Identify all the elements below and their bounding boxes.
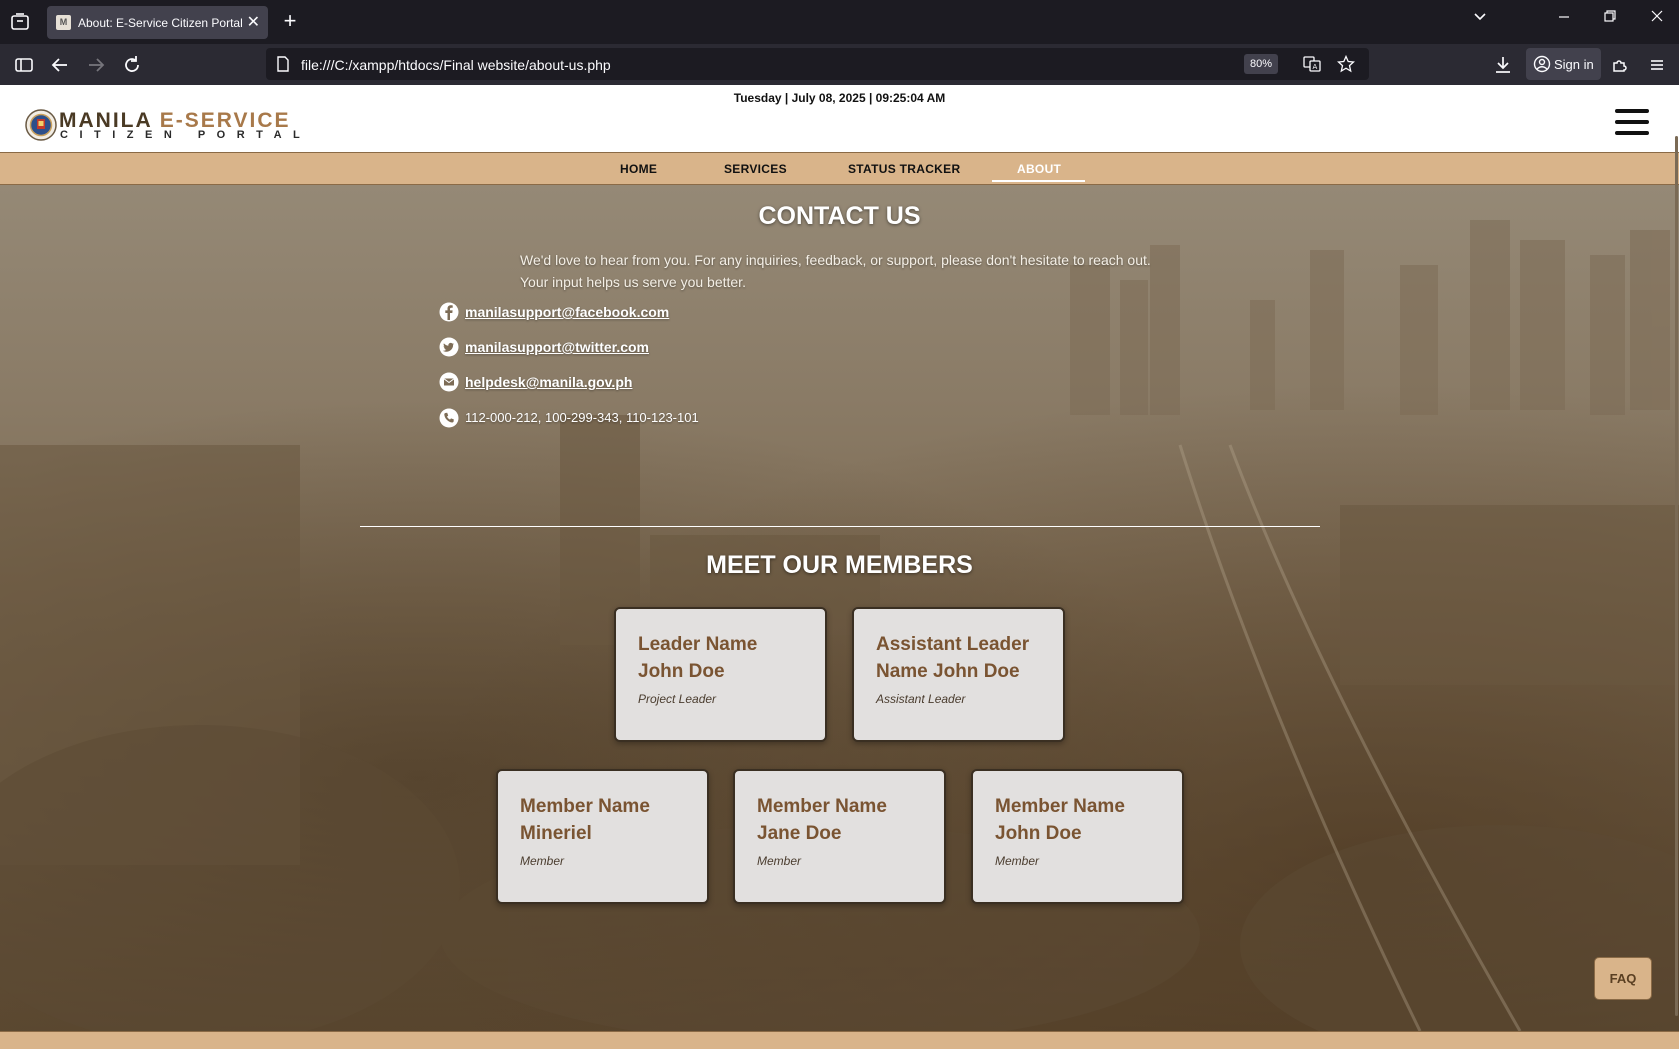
site-header: Tuesday | July 08, 2025 | 09:25:04 AM MA… <box>0 85 1679 152</box>
member-card[interactable]: Leader Name John Doe Project Leader <box>614 607 827 742</box>
browser-toolbar: file:///C:/xampp/htdocs/Final website/ab… <box>0 44 1679 85</box>
section-divider <box>360 526 1320 527</box>
nav-status-tracker[interactable]: STATUS TRACKER <box>848 162 960 176</box>
tab-close-icon[interactable]: ✕ <box>247 12 260 32</box>
nav-home[interactable]: HOME <box>620 162 657 176</box>
page-scrollbar[interactable] <box>1675 136 1678 1016</box>
tab-title: About: E-Service Citizen Portal <box>78 16 243 30</box>
zoom-level-button[interactable]: 80% <box>1243 54 1278 74</box>
new-tab-icon[interactable]: + <box>279 8 301 34</box>
site-logo[interactable]: MANILA E-SERVICE CITIZEN PORTAL <box>25 109 305 143</box>
contact-title: CONTACT US <box>758 202 921 230</box>
member-role: Assistant Leader <box>876 692 966 706</box>
current-datetime: Tuesday | July 08, 2025 | 09:25:04 AM <box>733 91 946 105</box>
page-viewport: Tuesday | July 08, 2025 | 09:25:04 AM MA… <box>0 85 1679 1049</box>
city-seal-icon <box>25 109 57 141</box>
twitter-icon <box>439 337 459 357</box>
member-name: Member Name John Doe <box>995 796 1125 844</box>
nav-active-indicator <box>992 180 1085 182</box>
member-name: Member Name Jane Doe <box>757 796 887 844</box>
member-role: Member <box>995 854 1040 868</box>
sidebar-toggle-icon[interactable] <box>12 53 36 77</box>
site-footer-strip <box>0 1031 1679 1049</box>
browser-tab-active[interactable]: M About: E-Service Citizen Portal ✕ <box>47 6 268 39</box>
url-text[interactable]: file:///C:/xampp/htdocs/Final website/ab… <box>301 57 611 73</box>
phone-icon <box>439 408 459 428</box>
logo-subtitle: CITIZEN PORTAL <box>60 129 312 141</box>
svg-text:A: A <box>1313 63 1318 71</box>
account-icon <box>1533 55 1551 76</box>
member-name: Assistant Leader Name John Doe <box>876 634 1030 682</box>
close-window-icon[interactable] <box>1649 8 1665 29</box>
forward-arrow-icon[interactable] <box>84 53 108 77</box>
members-title: MEET OUR MEMBERS <box>706 551 973 579</box>
nav-about[interactable]: ABOUT <box>1017 162 1061 176</box>
restore-window-icon[interactable] <box>1602 8 1618 29</box>
bookmark-star-icon[interactable] <box>1336 54 1356 78</box>
member-card[interactable]: Member Name Jane Doe Member <box>733 769 946 904</box>
hero-background <box>0 185 1679 1031</box>
site-favicon-icon: M <box>56 15 71 30</box>
twitter-link[interactable]: manilasupport@twitter.com <box>465 339 649 355</box>
member-card[interactable]: Assistant Leader Name John Doe Assistant… <box>852 607 1065 742</box>
address-bar[interactable]: file:///C:/xampp/htdocs/Final website/ab… <box>266 48 1369 80</box>
faq-button[interactable]: FAQ <box>1594 957 1652 1000</box>
member-name: Member Name Mineriel <box>520 796 650 844</box>
page-file-icon <box>276 56 290 77</box>
browser-tab-bar: M About: E-Service Citizen Portal ✕ + <box>0 0 1679 44</box>
contact-description: We'd love to hear from you. For any inqu… <box>520 252 1151 290</box>
facebook-icon <box>439 302 459 322</box>
email-link[interactable]: helpdesk@manila.gov.ph <box>465 374 632 390</box>
extensions-icon[interactable] <box>1608 53 1632 77</box>
list-all-tabs-icon[interactable] <box>1472 8 1488 29</box>
hamburger-menu-icon[interactable] <box>1615 109 1649 135</box>
member-role: Project Leader <box>638 692 717 706</box>
city-skyline-background-image <box>0 220 1679 1031</box>
reload-icon[interactable] <box>120 53 144 77</box>
email-icon <box>439 372 459 392</box>
sign-in-button[interactable]: Sign in <box>1526 48 1601 80</box>
nav-services[interactable]: SERVICES <box>724 162 787 176</box>
member-role: Member <box>520 854 565 868</box>
member-card[interactable]: Member Name John Doe Member <box>971 769 1184 904</box>
back-arrow-icon[interactable] <box>48 53 72 77</box>
app-menu-icon[interactable] <box>1645 53 1669 77</box>
translate-icon[interactable]: A <box>1303 55 1321 78</box>
facebook-link[interactable]: manilasupport@facebook.com <box>465 304 669 320</box>
sign-in-label: Sign in <box>1554 57 1594 72</box>
minimize-window-icon[interactable] <box>1556 8 1572 29</box>
tab-list-icon[interactable] <box>8 10 32 34</box>
main-navigation: HOME SERVICES STATUS TRACKER ABOUT <box>0 152 1679 185</box>
downloads-icon[interactable] <box>1491 53 1515 77</box>
member-name: Leader Name John Doe <box>638 634 758 682</box>
phone-numbers: 112-000-212, 100-299-343, 110-123-101 <box>465 410 699 425</box>
member-role: Member <box>757 854 802 868</box>
member-card[interactable]: Member Name Mineriel Member <box>496 769 709 904</box>
